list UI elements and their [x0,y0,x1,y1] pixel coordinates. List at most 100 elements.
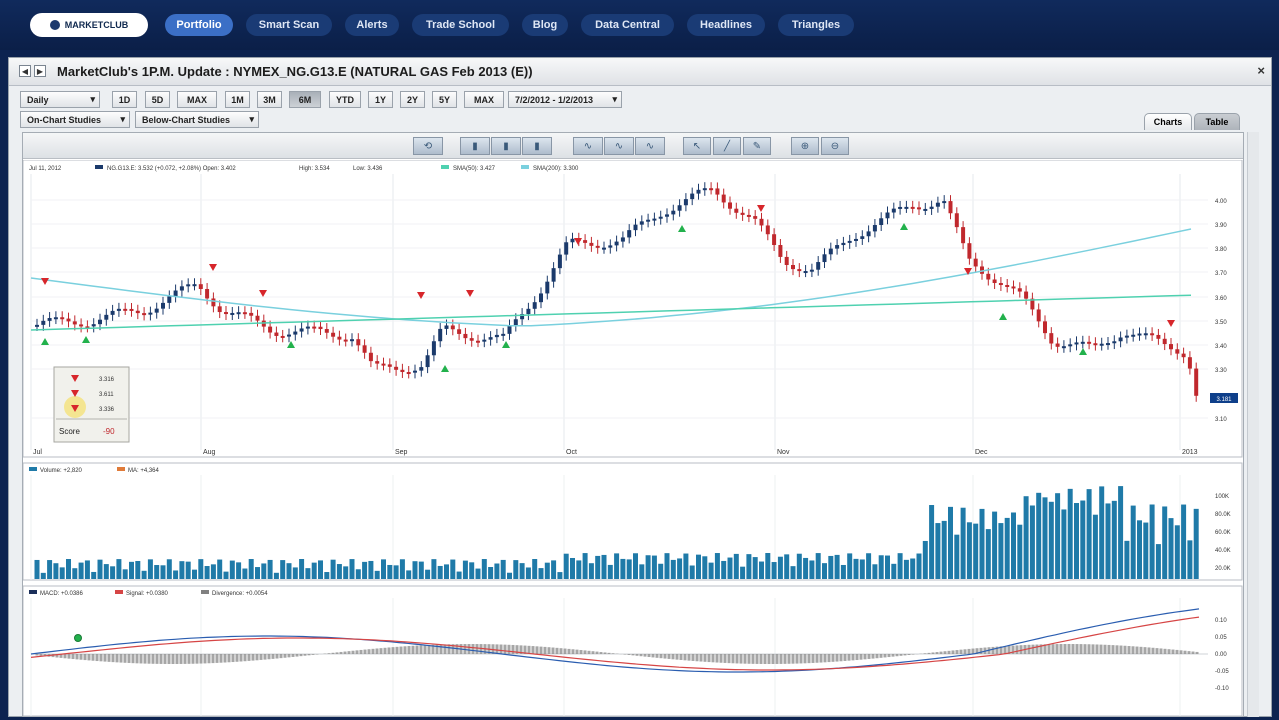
candlestick[interactable] [400,369,405,373]
candlestick[interactable] [179,286,184,291]
candlestick[interactable] [564,242,569,255]
bar-chart-icon[interactable]: ▮ [491,137,521,155]
candlestick[interactable] [79,324,84,327]
candlestick[interactable] [633,224,638,231]
candlestick[interactable] [784,256,789,266]
candlestick[interactable] [236,312,241,315]
candlestick[interactable] [425,355,430,368]
candlestick[interactable] [677,205,682,211]
area-chart-icon[interactable]: ∿ [604,137,634,155]
candlestick[interactable] [98,319,102,325]
ohlc-chart-icon[interactable]: ▮ [522,137,552,155]
candlestick[interactable] [765,225,770,235]
candlestick[interactable] [935,202,940,207]
candlestick[interactable] [387,364,392,367]
candlestick[interactable] [1036,309,1041,322]
candlestick[interactable] [406,372,411,375]
candlestick[interactable] [293,331,298,335]
candlestick[interactable] [110,310,115,315]
candlestick[interactable] [602,247,606,250]
candlestick[interactable] [161,302,165,309]
range-6m[interactable]: 6M [289,91,321,108]
candlestick[interactable] [318,326,323,330]
candlestick[interactable] [173,290,178,297]
candlestick[interactable] [992,279,997,284]
candlestick[interactable] [583,240,588,243]
candlestick[interactable] [879,218,884,226]
candlestick[interactable] [998,283,1003,286]
candlestick[interactable] [778,245,783,257]
candlestick[interactable] [923,208,928,211]
candlestick[interactable] [721,194,726,203]
nav-trade-school[interactable]: Trade School [412,14,509,36]
candlestick[interactable] [186,284,191,287]
candlestick[interactable] [809,269,814,272]
candlestick[interactable] [803,271,808,274]
candlestick[interactable] [1124,335,1129,338]
candlestick[interactable] [627,230,632,238]
candlestick[interactable] [1011,286,1016,289]
candlestick[interactable] [841,242,846,246]
candlestick[interactable] [513,319,518,326]
candlestick[interactable] [532,302,537,309]
candlestick[interactable] [287,334,291,337]
candlestick[interactable] [828,248,833,255]
candlestick[interactable] [167,296,172,303]
candlestick[interactable] [154,308,159,313]
candlestick[interactable] [715,188,720,195]
range-1m[interactable]: 1M [225,91,250,108]
candlestick[interactable] [494,334,499,338]
candlestick[interactable] [104,314,109,320]
candlestick[interactable] [469,338,474,341]
candlestick[interactable] [205,288,210,299]
candlestick[interactable] [343,339,348,342]
candlestick[interactable] [507,325,512,334]
candlestick[interactable] [652,218,657,221]
nav-portfolio[interactable]: Portfolio [165,14,233,36]
range-1y[interactable]: 1Y [368,91,393,108]
candlestick[interactable] [1143,333,1148,336]
candlestick[interactable] [702,188,707,191]
candlestick[interactable] [967,243,972,259]
nav-blog[interactable]: Blog [522,14,568,36]
candlestick[interactable] [948,201,953,214]
annotate-icon[interactable]: ✎ [743,137,771,155]
candlestick[interactable] [608,245,613,248]
draw-trendline-icon[interactable]: ╱ [713,137,741,155]
candlestick[interactable] [350,339,354,342]
candlestick[interactable] [570,238,575,243]
candlestick[interactable] [1106,343,1110,346]
refresh-icon[interactable]: ⟲ [413,137,443,155]
candlestick[interactable] [192,284,197,287]
candlestick[interactable] [249,312,254,316]
candlestick[interactable] [66,318,71,322]
tab-table[interactable]: Table [1194,113,1240,130]
candlestick[interactable] [413,370,417,373]
candlestick[interactable] [53,317,58,320]
candlestick[interactable] [658,216,663,219]
below-chart-studies-select[interactable]: Below-Chart Studies [135,111,259,128]
candlestick[interactable] [394,366,399,370]
range-2y[interactable]: 2Y [400,91,425,108]
candlestick[interactable] [671,210,676,215]
candlestick[interactable] [116,308,121,311]
candlestick[interactable] [1043,321,1047,334]
candlestick[interactable] [224,312,228,315]
candlestick[interactable] [961,227,966,244]
candlestick[interactable] [854,238,858,241]
candlestick[interactable] [1024,291,1029,299]
candlestick[interactable] [47,318,52,321]
candlestick[interactable] [1118,337,1123,342]
candlestick[interactable] [1181,353,1186,358]
mountain-chart-icon[interactable]: ∿ [635,137,665,155]
candlestick[interactable] [274,332,279,336]
candlestick[interactable] [709,188,714,191]
candlestick[interactable] [1162,338,1167,345]
close-icon[interactable]: × [1257,63,1265,78]
candlestick[interactable] [822,254,827,263]
candlestick[interactable] [860,236,865,239]
candlestick[interactable] [419,367,424,371]
interval-select[interactable]: Daily [20,91,100,108]
candlestick[interactable] [891,208,896,213]
tab-charts[interactable]: Charts [1144,113,1192,130]
